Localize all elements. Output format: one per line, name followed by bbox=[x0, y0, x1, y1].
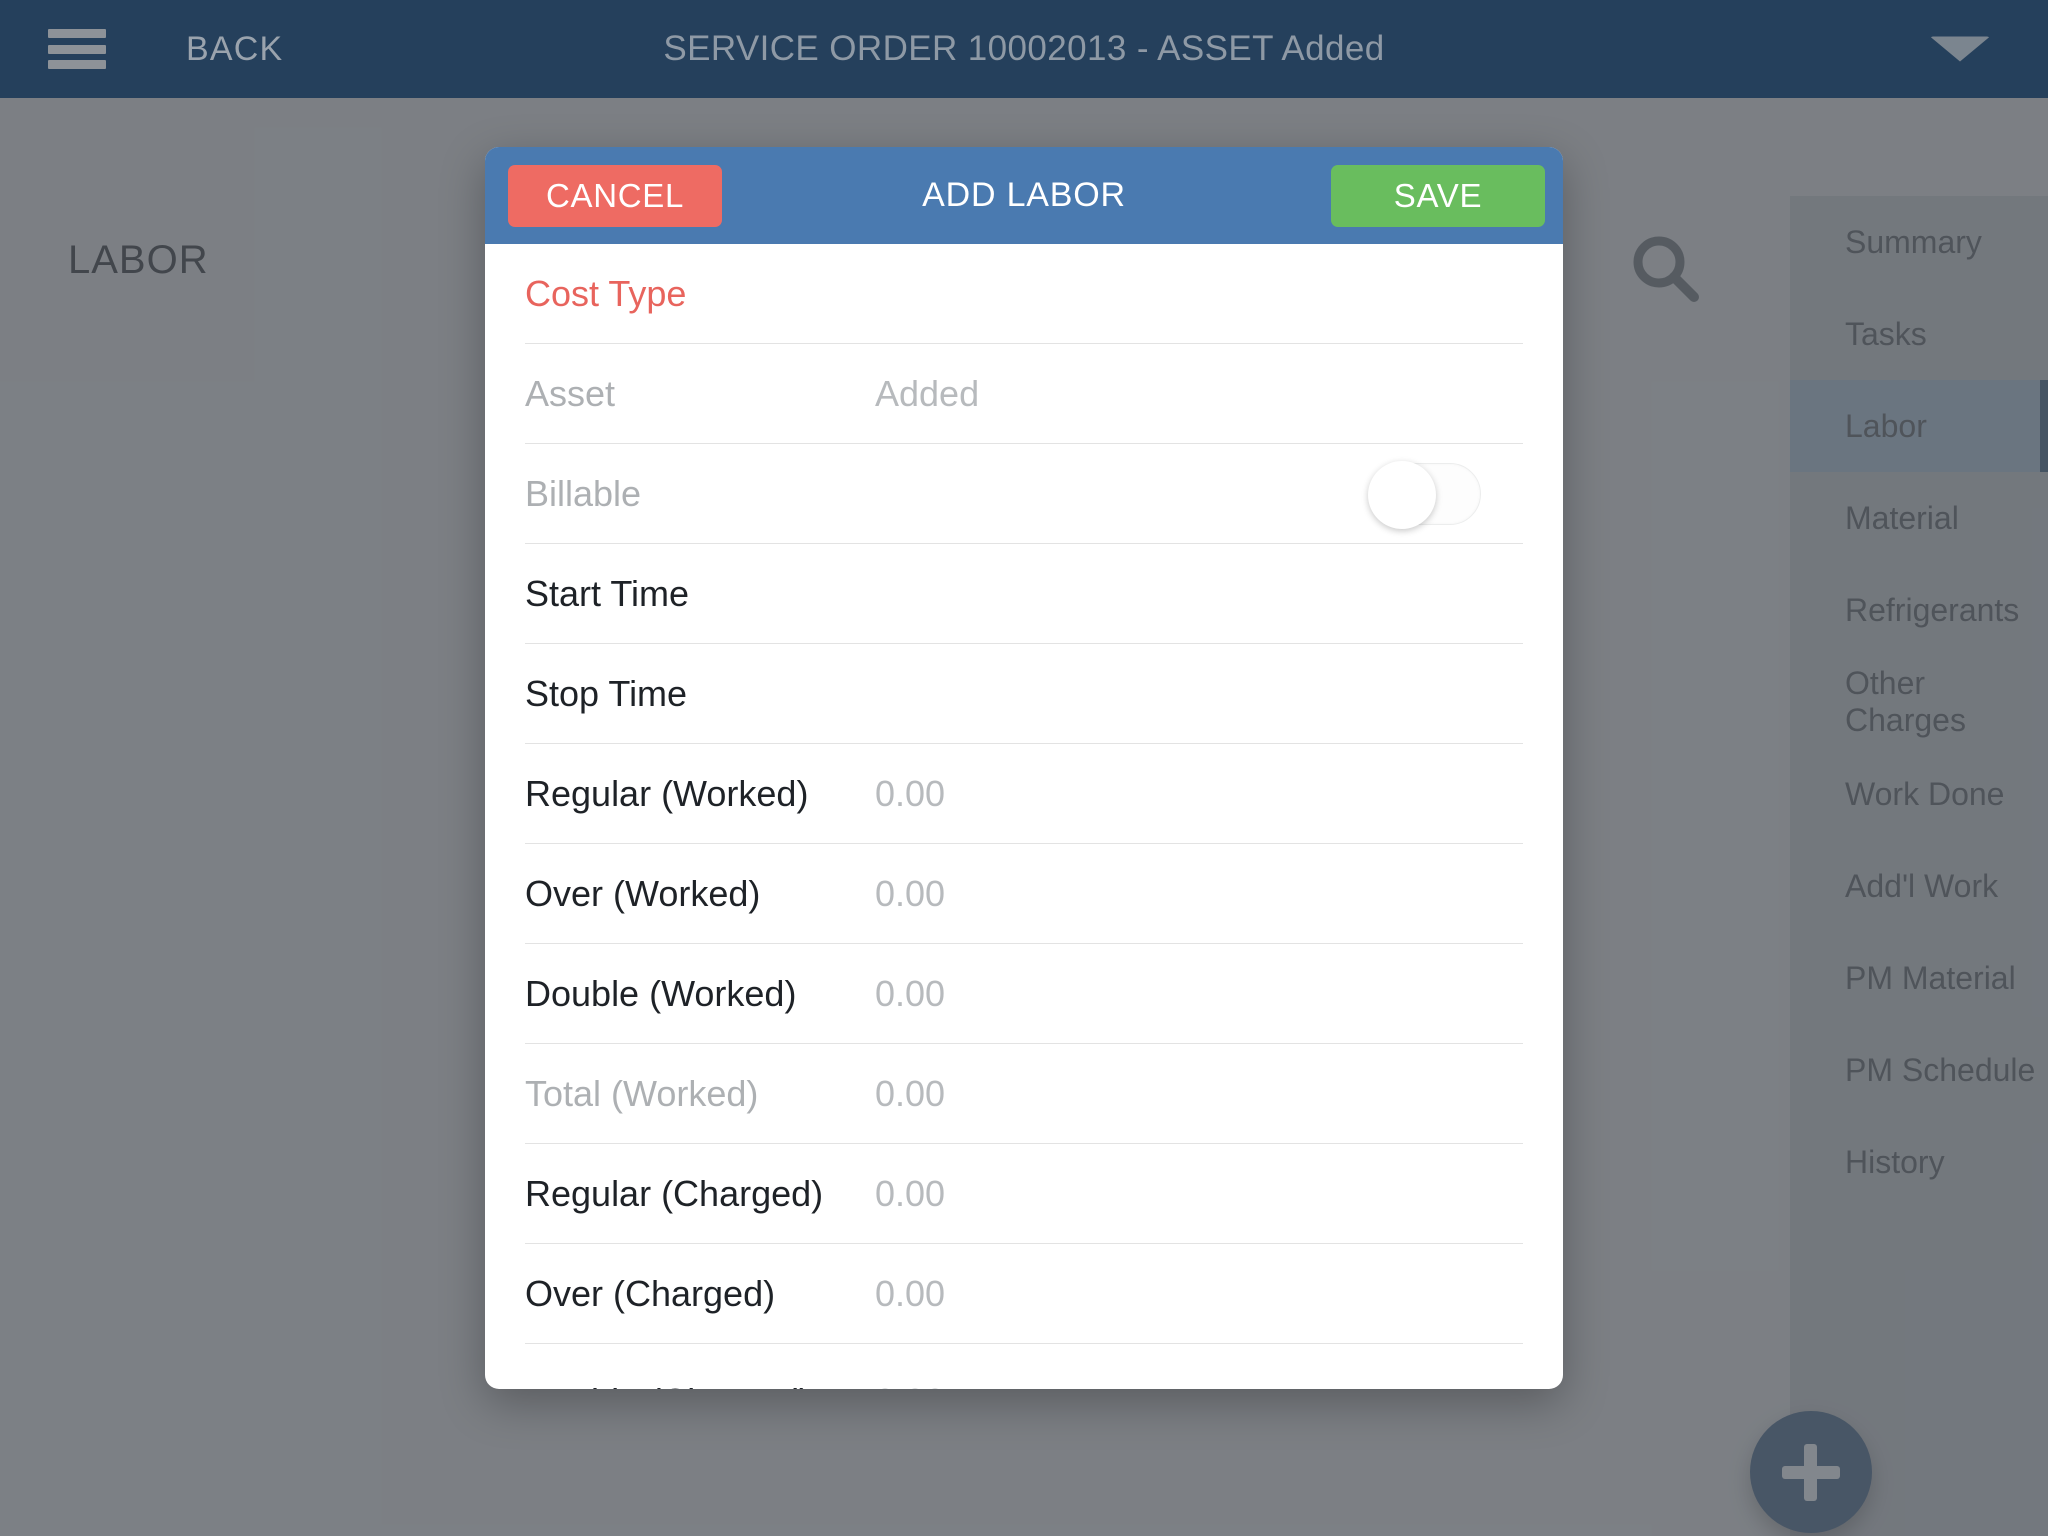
form-row-over-charged[interactable]: Over (Charged) 0.00 bbox=[525, 1244, 1523, 1344]
field-label: Asset bbox=[525, 372, 616, 414]
screen-root: LABOR Summary Tasks Labor Material Refri… bbox=[0, 0, 2048, 1536]
field-label: Start Time bbox=[525, 572, 690, 614]
field-value: 0.00 bbox=[875, 1272, 946, 1314]
form-row-cost-type[interactable]: Cost Type bbox=[525, 244, 1523, 344]
modal-header: CANCEL ADD LABOR SAVE bbox=[485, 147, 1563, 244]
form-row-regular-charged[interactable]: Regular (Charged) 0.00 bbox=[525, 1144, 1523, 1244]
modal-form-body: Cost Type Asset Added Billable Start Tim… bbox=[485, 244, 1563, 1389]
form-row-regular-worked[interactable]: Regular (Worked) 0.00 bbox=[525, 744, 1523, 844]
field-value: Added bbox=[875, 372, 980, 414]
page-header-title: SERVICE ORDER 10002013 - ASSET Added bbox=[663, 29, 1385, 68]
save-button[interactable]: SAVE bbox=[1331, 164, 1545, 227]
modal-title: ADD LABOR bbox=[922, 176, 1126, 214]
field-label: Over (Worked) bbox=[525, 872, 761, 914]
chevron-down-icon[interactable] bbox=[1930, 36, 1990, 62]
field-value: 0.00 bbox=[875, 772, 946, 814]
field-label: Stop Time bbox=[525, 672, 688, 714]
field-value: 0.00 bbox=[875, 972, 946, 1014]
field-label: Billable bbox=[525, 472, 642, 514]
top-app-bar: BACK SERVICE ORDER 10002013 - ASSET Adde… bbox=[0, 0, 2048, 98]
field-label: Double (Worked) bbox=[525, 972, 797, 1014]
field-value: 0.00 bbox=[875, 1381, 945, 1389]
field-label: Over (Charged) bbox=[525, 1272, 776, 1314]
cancel-button[interactable]: CANCEL bbox=[508, 164, 722, 227]
hamburger-menu-icon[interactable] bbox=[48, 29, 106, 69]
field-value: 0.00 bbox=[875, 872, 946, 914]
field-value: 0.00 bbox=[875, 1172, 946, 1214]
billable-toggle-switch[interactable] bbox=[1368, 460, 1481, 529]
back-button[interactable]: BACK bbox=[186, 30, 283, 69]
toggle-knob bbox=[1368, 460, 1436, 529]
field-label: Double (Charged) bbox=[525, 1381, 875, 1389]
field-label: Cost Type bbox=[525, 272, 687, 314]
form-row-stop-time[interactable]: Stop Time bbox=[525, 644, 1523, 744]
field-label: Regular (Charged) bbox=[525, 1172, 824, 1214]
form-row-asset[interactable]: Asset Added bbox=[525, 344, 1523, 444]
add-labor-modal: CANCEL ADD LABOR SAVE Cost Type Asset Ad… bbox=[485, 147, 1563, 1389]
field-value: 0.00 bbox=[875, 1072, 946, 1114]
form-row-double-worked[interactable]: Double (Worked) 0.00 bbox=[525, 944, 1523, 1044]
form-row-total-worked: Total (Worked) 0.00 bbox=[525, 1044, 1523, 1144]
form-row-double-charged[interactable]: Double (Charged) 0.00 bbox=[525, 1344, 1523, 1389]
field-label: Total (Worked) bbox=[525, 1072, 759, 1114]
field-label: Regular (Worked) bbox=[525, 772, 809, 814]
form-row-start-time[interactable]: Start Time bbox=[525, 544, 1523, 644]
form-row-over-worked[interactable]: Over (Worked) 0.00 bbox=[525, 844, 1523, 944]
form-row-billable[interactable]: Billable bbox=[525, 444, 1523, 544]
